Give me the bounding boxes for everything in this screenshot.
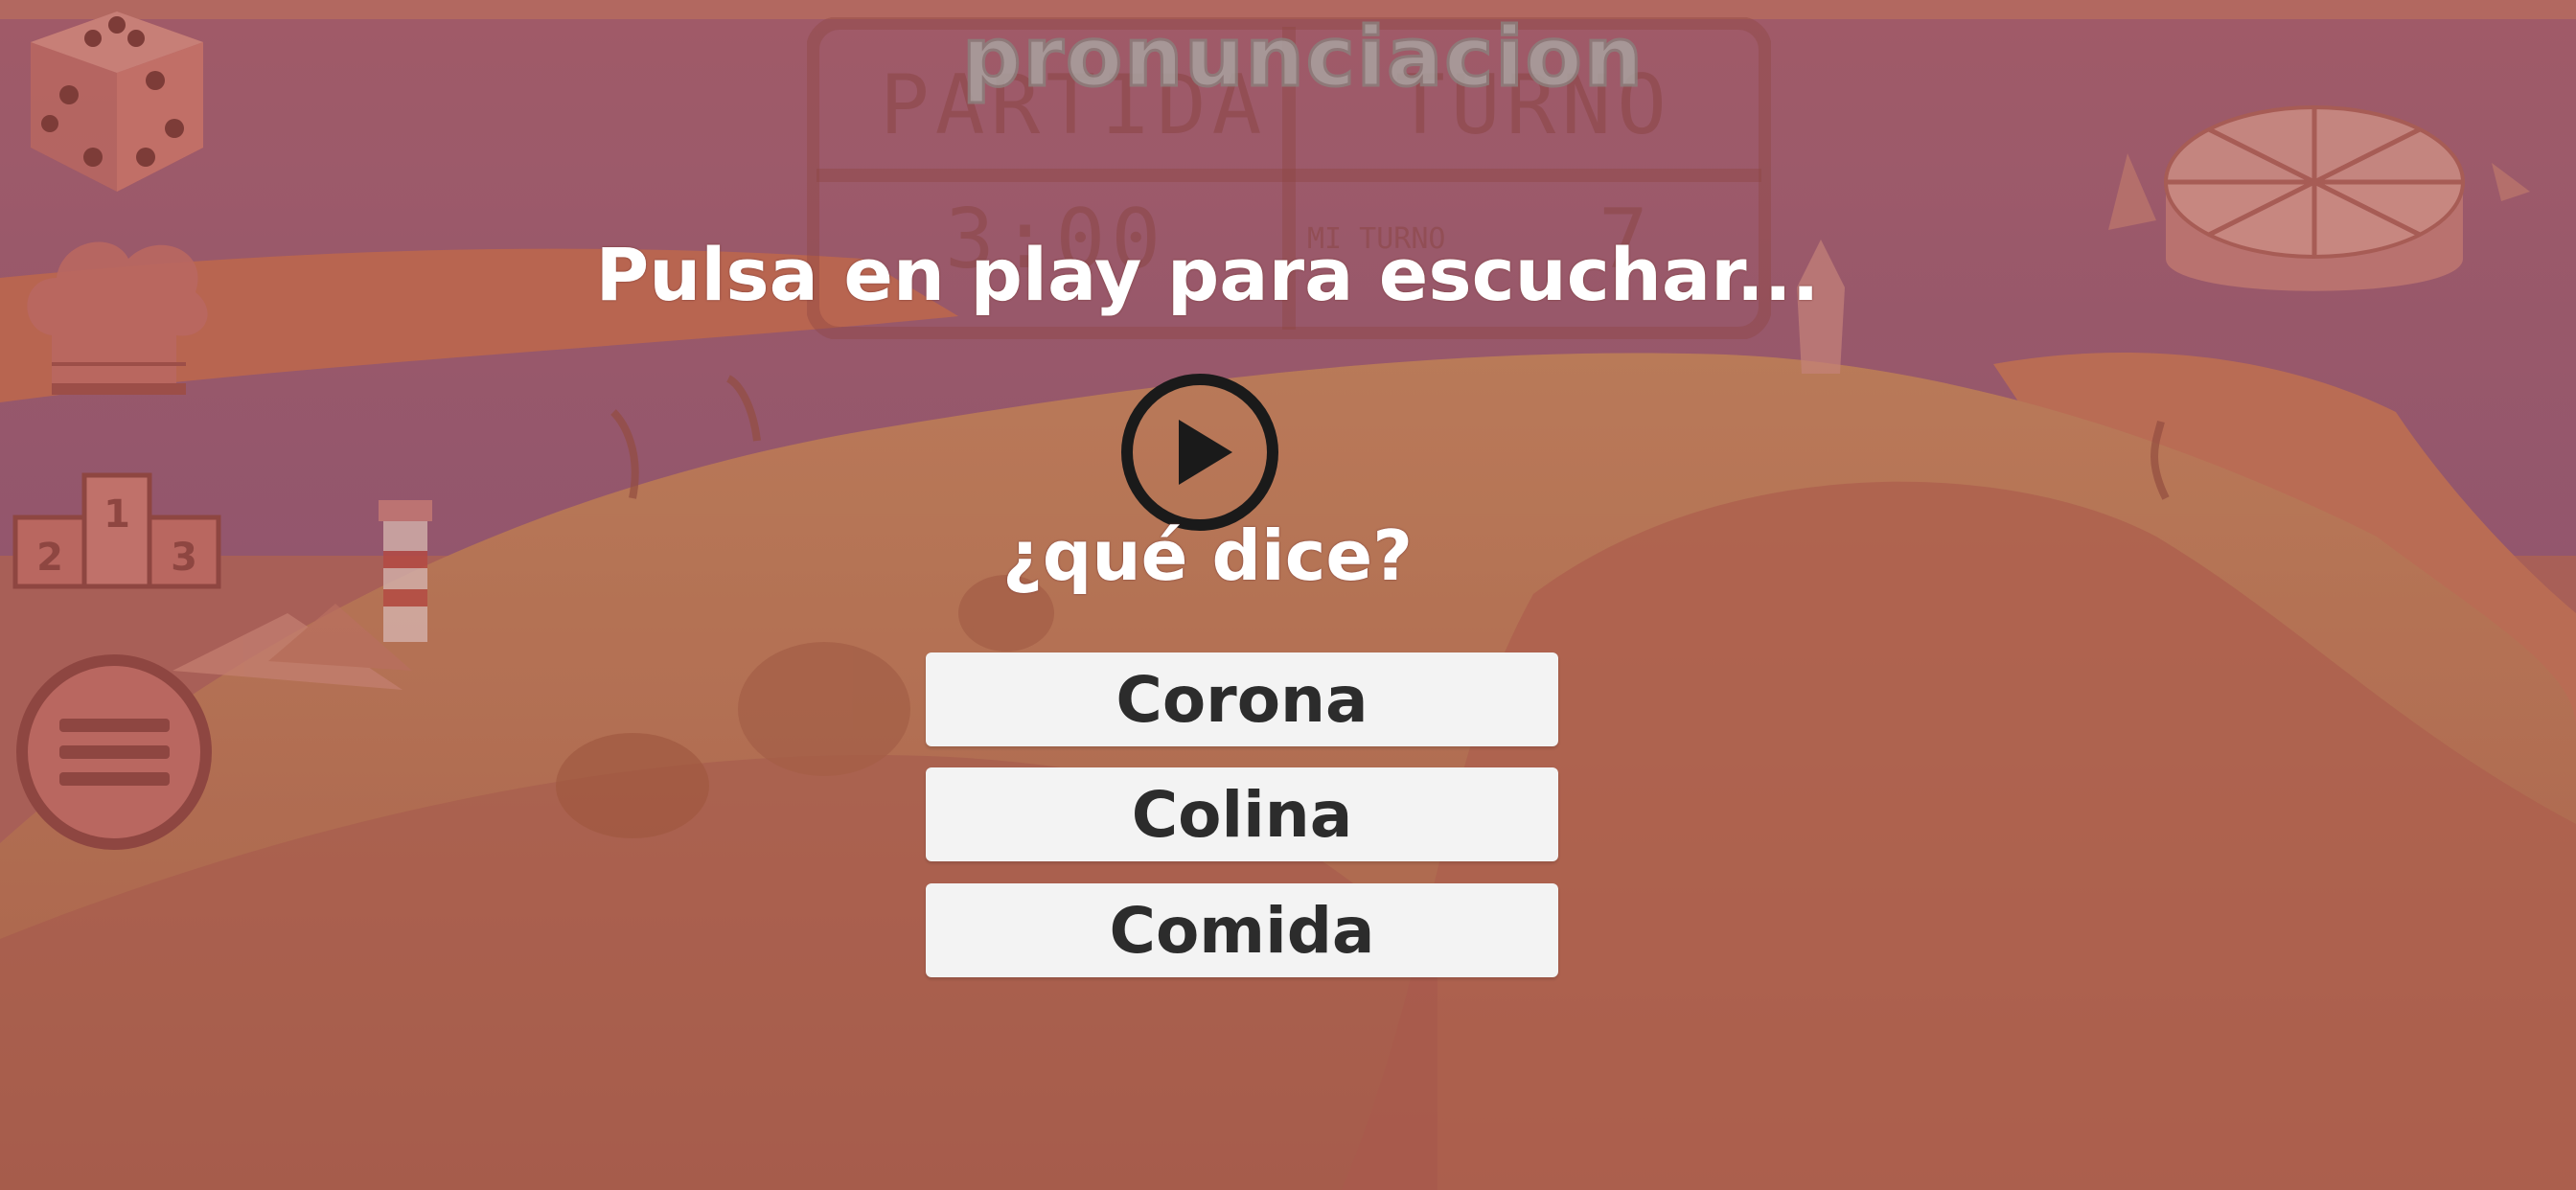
menu-button[interactable] — [12, 652, 218, 853]
category-wheel-icon — [2164, 105, 2465, 291]
podium-third: 3 — [171, 536, 197, 580]
chef-hat-icon — [27, 241, 208, 395]
category-wheel — [2156, 96, 2472, 335]
game-stage: 2 1 3 PARTIDA TURNO 3:00 MI TURNO 7 pron… — [0, 0, 2576, 1190]
instruction-text: Pulsa en play para escuchar... — [595, 232, 1820, 317]
play-audio-button[interactable] — [1119, 372, 1280, 533]
podium-first: 1 — [104, 492, 130, 537]
hamburger-menu-icon — [16, 654, 212, 850]
chef-button[interactable] — [13, 230, 218, 402]
answer-option-corona[interactable]: Corona — [926, 652, 1558, 746]
lighthouse — [379, 500, 432, 642]
answer-option-colina[interactable]: Colina — [926, 767, 1558, 861]
dice-icon — [31, 11, 203, 192]
dice-button[interactable] — [12, 4, 217, 195]
category-title: pronunciacion — [961, 9, 1644, 107]
podium-second: 2 — [36, 536, 63, 580]
podium-icon: 2 1 3 — [12, 472, 221, 589]
play-icon — [1121, 374, 1278, 531]
answer-option-comida[interactable]: Comida — [926, 883, 1558, 977]
ranking-button[interactable]: 2 1 3 — [12, 469, 222, 594]
question-text: ¿qué dice? — [1002, 515, 1413, 596]
